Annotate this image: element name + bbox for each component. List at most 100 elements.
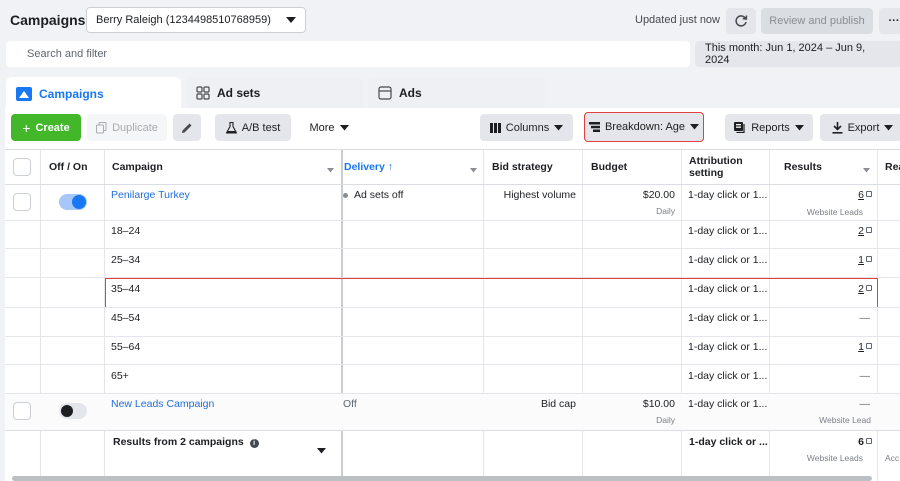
attribution-value: 1-day click or 1... [688,225,768,237]
age-label: 25–34 [111,254,141,266]
header-bid-strategy[interactable]: Bid strategy [492,150,553,184]
totals-results: 6 [858,436,872,448]
campaign-toggle-on[interactable] [59,194,87,210]
export-button[interactable]: Export [820,114,900,141]
results-value: — [859,370,871,382]
export-label: Export [847,121,880,134]
refresh-button[interactable] [726,8,756,34]
caret-down-icon[interactable] [317,445,326,457]
results-number: 2 [858,225,864,237]
results-value: — [859,312,871,324]
results-value[interactable]: 2 [858,225,872,237]
results-value[interactable]: 1 [858,341,872,353]
refresh-icon [734,14,748,28]
tab-ads-label: Ads [399,85,422,100]
budget-type: Daily [656,415,675,425]
tab-ad-sets-label: Ad sets [217,85,261,100]
row-divider [5,248,900,249]
date-range-label: This month: Jun 1, 2024 – Jun 9, 2024 [705,42,866,66]
totals-attribution: 1-day click or ... [689,436,768,448]
row-divider [5,336,900,337]
campaign-toggle-off[interactable] [59,403,87,419]
more-button[interactable]: More [300,114,358,141]
select-all-checkbox[interactable] [13,158,31,176]
results-type: Website Lead [819,415,871,425]
info-box-icon [866,343,872,349]
attribution-value: 1-day click or 1... [688,370,768,382]
horizontal-scrollbar[interactable] [12,476,872,481]
ads-icon [378,85,392,100]
ad-sets-icon [196,85,210,100]
results-value[interactable]: 1 [858,254,872,266]
delivery-status: Off [343,398,357,410]
sort-caret-icon [327,164,334,176]
account-selector[interactable]: Berry Raleigh (1234498510768959) [86,7,306,33]
caret-down-icon [884,124,894,131]
results-value[interactable]: 6 [858,189,872,201]
totals-text: Results from 2 campaigns [113,436,244,448]
info-icon[interactable]: i [249,439,259,448]
search-input[interactable]: Search and filter [6,41,690,67]
header-reach[interactable]: Rea [885,150,900,184]
review-publish-button[interactable]: Review and publish [761,8,873,34]
header-results[interactable]: Results [784,150,822,184]
budget-type: Daily [656,206,675,216]
attribution-value: 1-day click or 1... [688,283,768,295]
budget-value: $20.00 [642,189,675,201]
date-range-picker[interactable]: This month: Jun 1, 2024 – Jun 9, 2024 [695,41,900,67]
attribution-value: 1-day click or 1... [688,189,768,201]
tab-campaigns-label: Campaigns [39,86,104,101]
toggle-knob [72,195,86,209]
duplicate-button[interactable]: Duplicate [87,114,167,141]
pencil-icon [181,122,193,134]
breakdown-label: Breakdown: Age [604,121,686,133]
search-placeholder: Search and filter [27,48,108,60]
tab-ad-sets[interactable]: Ad sets [186,77,363,108]
attribution-value: 1-day click or 1... [688,341,768,353]
reports-button[interactable]: Reports [725,114,813,141]
header-budget[interactable]: Budget [591,150,627,184]
results-number: 6 [858,189,864,201]
results-value[interactable]: 2 [858,283,872,295]
results-value: — [859,398,871,410]
create-button[interactable]: + Create [11,114,81,141]
row-divider [5,220,900,221]
campaign-name-link[interactable]: Penilarge Turkey [111,189,190,201]
row-checkbox[interactable] [13,402,31,420]
ab-test-label: A/B test [241,121,281,134]
totals-reach-type: Acc [885,453,900,463]
header-delivery[interactable]: Delivery ↑ [344,150,393,184]
header-off-on: Off / On [49,161,88,173]
updated-status: Updated just now [635,14,720,26]
breakdown-button[interactable]: Breakdown: Age [584,112,704,142]
columns-button[interactable]: Columns [480,114,573,141]
caret-down-icon [339,124,349,131]
header-campaign[interactable]: Campaign [112,150,163,184]
campaigns-icon [16,86,32,101]
breakdown-icon [588,122,600,132]
header-attribution[interactable]: Attribution setting [689,150,759,184]
attribution-value: 1-day click or 1... [688,398,768,410]
column-divider [769,150,770,481]
campaign-name-link[interactable]: New Leads Campaign [111,398,214,410]
edit-button[interactable] [173,114,201,141]
toggle-knob [61,405,73,417]
attribution-value: 1-day click or 1... [688,312,768,324]
plus-icon: + [22,119,31,136]
ab-test-button[interactable]: A/B test [215,114,291,141]
budget-value: $10.00 [642,398,675,410]
age-label: 18–24 [111,225,141,237]
totals-results-number: 6 [858,436,864,448]
tab-campaigns[interactable]: Campaigns [6,77,181,110]
flask-icon [225,121,237,134]
sort-caret-icon [470,164,477,176]
reports-icon [734,122,746,133]
row-divider [5,430,900,431]
column-divider [483,150,484,481]
age-label: 65+ [111,370,129,382]
more-options-button[interactable]: ··· [879,8,900,34]
reports-label: Reports [751,121,790,134]
row-checkbox[interactable] [13,193,31,211]
age-label: 45–54 [111,312,141,324]
tab-ads[interactable]: Ads [368,77,545,108]
